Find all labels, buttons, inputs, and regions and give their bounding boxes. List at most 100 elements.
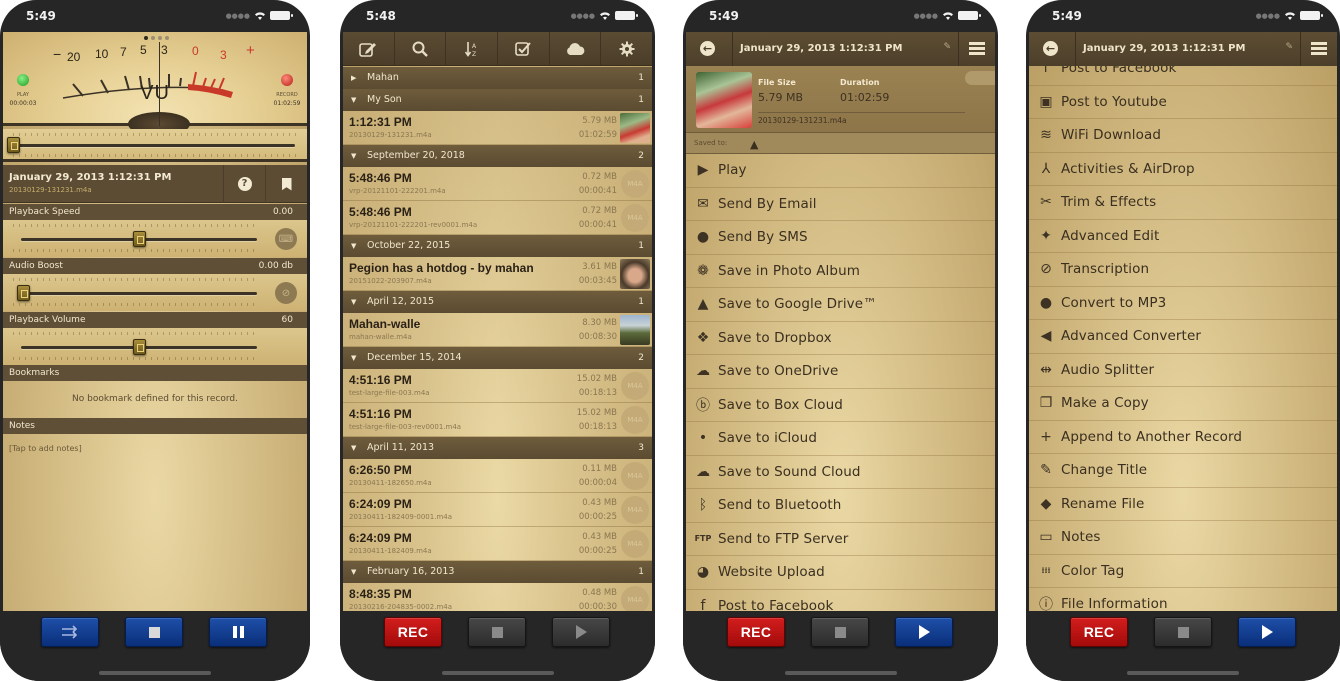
menu-item-save-to-box-cloud[interactable]: ⓑ Save to Box Cloud [686, 389, 995, 422]
rec-button[interactable]: REC [1070, 617, 1128, 647]
color-tag-tab[interactable] [965, 71, 995, 85]
menu-item-trim-effects[interactable]: ✂ Trim & Effects [1029, 186, 1337, 220]
notes-input[interactable]: [Tap to add notes] [9, 444, 82, 453]
play-button[interactable] [895, 617, 953, 647]
settings-button[interactable] [601, 32, 652, 65]
caret-right-icon: ▶ [351, 74, 357, 82]
menu-item-change-title[interactable]: ✎ Change Title [1029, 454, 1337, 488]
group-header[interactable]: ▼ My Son 1 [343, 89, 652, 111]
boost-toggle-button[interactable]: ⊘ [275, 282, 297, 304]
search-button[interactable] [395, 32, 447, 65]
pause-button[interactable] [209, 617, 267, 647]
record-row[interactable]: 1:12:31 PM 20130129-131231.m4a 5.79 MB 0… [343, 111, 652, 145]
select-button[interactable] [498, 32, 550, 65]
sort-button[interactable]: AZ [446, 32, 499, 65]
menu-item-save-to-icloud[interactable]: • Save to iCloud [686, 422, 995, 456]
menu-item-send-by-sms[interactable]: ● Send By SMS [686, 221, 995, 255]
edit-title-icon[interactable]: ✎ [943, 42, 951, 52]
home-indicator[interactable] [784, 671, 897, 675]
menu-item-send-to-ftp-server[interactable]: FTP Send to FTP Server [686, 523, 995, 556]
record-row[interactable]: Pegion has a hotdog - by mahan 20151022-… [343, 257, 652, 291]
record-row[interactable]: 5:48:46 PM vrp-20121101-222201-rev0001.m… [343, 201, 652, 235]
menu-item-color-tag[interactable]: ⁞⁞⁞ Color Tag [1029, 555, 1337, 588]
stop-button[interactable] [125, 617, 183, 647]
playback-speed-slider[interactable]: ⌨ [3, 220, 307, 257]
menu-item-post-to-facebook[interactable]: f Post to Facebook [686, 590, 995, 611]
record-row[interactable]: 8:48:35 PM 20130216-204835-0002.m4a 0.48… [343, 583, 652, 611]
play-button[interactable] [552, 617, 610, 647]
progress-knob[interactable] [7, 137, 20, 153]
menu-item-transcription[interactable]: ⊘ Transcription [1029, 253, 1337, 287]
back-button[interactable]: ← [1043, 41, 1058, 56]
menu-item-convert-to-mp3[interactable]: ● Convert to MP3 [1029, 287, 1337, 320]
menu-item-rename-file[interactable]: ◆ Rename File [1029, 488, 1337, 521]
edit-button[interactable] [343, 32, 395, 65]
record-row[interactable]: 6:24:09 PM 20130411-182409.m4a 0.43 MB 0… [343, 527, 652, 561]
playback-volume-knob[interactable] [133, 339, 146, 355]
group-header[interactable]: ▼ February 16, 2013 1 [343, 561, 652, 583]
caret-down-icon: ▼ [351, 152, 357, 160]
menu-item-website-upload[interactable]: ◕ Website Upload [686, 556, 995, 590]
play-button[interactable] [1238, 617, 1296, 647]
header-title: January 29, 2013 1:12:31 PM [1083, 43, 1246, 54]
rec-button[interactable]: REC [727, 617, 785, 647]
caret-down-icon: ▼ [351, 298, 357, 306]
home-indicator[interactable] [99, 671, 211, 675]
group-header[interactable]: ▼ September 20, 2018 2 [343, 145, 652, 167]
repeat-button[interactable] [41, 617, 99, 647]
cloud-button[interactable] [550, 32, 602, 65]
menu-item-save-to-dropbox[interactable]: ❖ Save to Dropbox [686, 322, 995, 355]
record-row[interactable]: Mahan-walle mahan-walle.m4a 8.30 MB 00:0… [343, 313, 652, 347]
airdrop-icon: ⅄ [1041, 160, 1051, 177]
group-header[interactable]: ▼ December 15, 2014 2 [343, 347, 652, 369]
edit-title-icon[interactable]: ✎ [1285, 42, 1293, 52]
menu-item-save-in-photo-album[interactable]: ❁ Save in Photo Album [686, 255, 995, 288]
playback-progress-slider[interactable] [3, 129, 307, 162]
menu-item-wifi-download[interactable]: ≋ WiFi Download [1029, 119, 1337, 153]
audio-boost-knob[interactable] [17, 285, 30, 301]
home-indicator[interactable] [1127, 671, 1239, 675]
notes-icon: ▭ [1039, 529, 1053, 546]
group-header[interactable]: ▶ Mahan 1 [343, 67, 652, 89]
header-title: January 29, 2013 1:12:31 PM [740, 43, 903, 54]
list-view-button[interactable] [1311, 42, 1327, 55]
menu-item-advanced-edit[interactable]: ✦ Advanced Edit [1029, 220, 1337, 253]
group-header[interactable]: ▼ April 11, 2013 3 [343, 437, 652, 459]
record-row[interactable]: 6:24:09 PM 20130411-182409-0001.m4a 0.43… [343, 493, 652, 527]
menu-item-save-to-onedrive[interactable]: ☁ Save to OneDrive [686, 355, 995, 389]
help-button[interactable]: ? [223, 165, 265, 203]
list-view-button[interactable] [969, 42, 985, 55]
menu-item-make-a-copy[interactable]: ❐ Make a Copy [1029, 387, 1337, 421]
record-photo[interactable] [696, 72, 752, 128]
menu-item-send-by-email[interactable]: ✉ Send By Email [686, 188, 995, 221]
menu-item-append-to-another-record[interactable]: + Append to Another Record [1029, 421, 1337, 454]
menu-item-save-to-sound-cloud[interactable]: ☁ Save to Sound Cloud [686, 456, 995, 489]
playback-speed-knob[interactable] [133, 231, 146, 247]
bookmark-button[interactable] [265, 165, 307, 203]
menu-item-advanced-converter[interactable]: ◀ Advanced Converter [1029, 320, 1337, 354]
stop-button[interactable] [468, 617, 526, 647]
stop-button[interactable] [1154, 617, 1212, 647]
menu-item-play[interactable]: ▶ Play [686, 154, 995, 188]
menu-item-save-to-google-drive[interactable]: ▲ Save to Google Drive™ [686, 288, 995, 322]
group-header[interactable]: ▼ October 22, 2015 1 [343, 235, 652, 257]
menu-item-file-information[interactable]: ⓘ File Information [1029, 588, 1337, 611]
back-button[interactable]: ← [700, 41, 715, 56]
record-row[interactable]: 4:51:16 PM test-large-file-003-rev0001.m… [343, 403, 652, 437]
bookmarks-header: Bookmarks [3, 365, 307, 381]
record-row[interactable]: 4:51:16 PM test-large-file-003.m4a 15.02… [343, 369, 652, 403]
speed-reset-button[interactable]: ⌨ [275, 228, 297, 250]
rec-button[interactable]: REC [384, 617, 442, 647]
menu-item-activities-airdrop[interactable]: ⅄ Activities & AirDrop [1029, 153, 1337, 186]
menu-item-send-to-bluetooth[interactable]: ᛒ Send to Bluetooth [686, 489, 995, 523]
home-indicator[interactable] [441, 671, 554, 675]
menu-item-post-to-youtube[interactable]: ▣ Post to Youtube [1029, 86, 1337, 119]
record-row[interactable]: 6:26:50 PM 20130411-182650.m4a 0.11 MB 0… [343, 459, 652, 493]
playback-volume-slider[interactable] [3, 328, 307, 365]
audio-boost-slider[interactable]: ⊘ [3, 274, 307, 311]
menu-item-notes[interactable]: ▭ Notes [1029, 521, 1337, 555]
stop-button[interactable] [811, 617, 869, 647]
group-header[interactable]: ▼ April 12, 2015 1 [343, 291, 652, 313]
record-row[interactable]: 5:48:46 PM vrp-20121101-222201.m4a 0.72 … [343, 167, 652, 201]
menu-item-audio-splitter[interactable]: ⇹ Audio Splitter [1029, 354, 1337, 387]
